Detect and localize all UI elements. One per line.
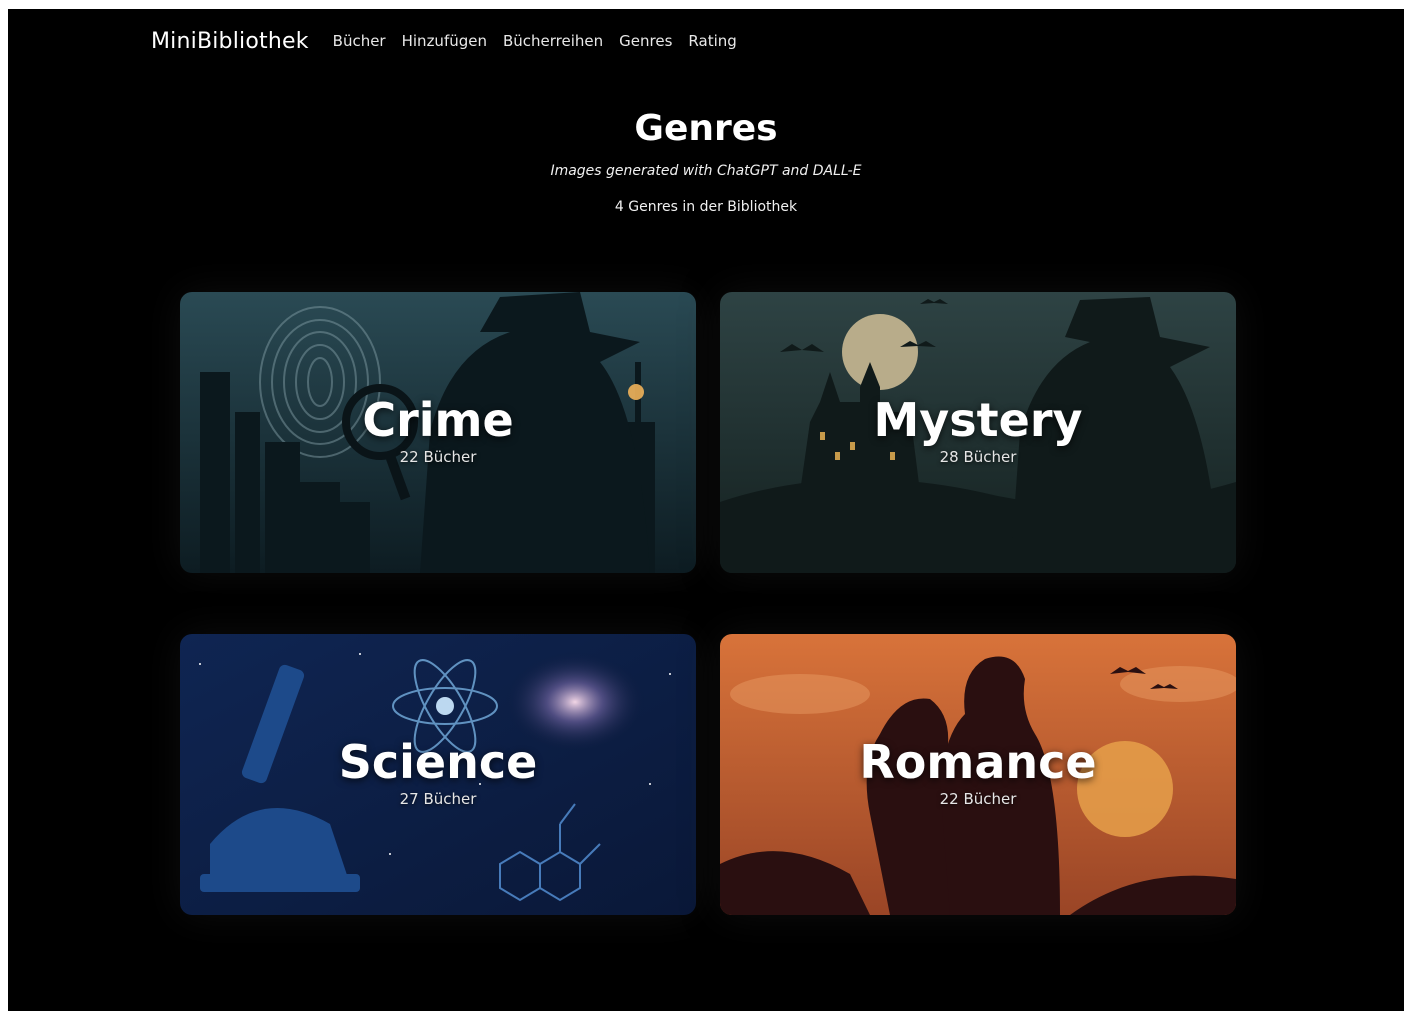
genre-card-mystery[interactable]: Mystery 28 Bücher: [720, 292, 1236, 573]
genre-name: Romance: [859, 735, 1097, 789]
genre-card-science[interactable]: Science 27 Bücher: [180, 634, 696, 915]
nav-link-buecherreihen[interactable]: Bücherreihen: [503, 32, 603, 50]
genre-name: Mystery: [873, 393, 1083, 447]
genre-book-count: 27 Bücher: [399, 790, 477, 808]
genre-label: Mystery 28 Bücher: [720, 392, 1236, 466]
nav-link-buecher[interactable]: Bücher: [333, 32, 386, 50]
genre-count: 4 Genres in der Bibliothek: [614, 199, 798, 215]
genre-book-count: 28 Bücher: [939, 448, 1017, 466]
app-window: MiniBibliothek Bücher Hinzufügen Bücherr…: [8, 9, 1404, 1011]
navbar: MiniBibliothek Bücher Hinzufügen Bücherr…: [151, 25, 753, 57]
genre-name: Crime: [362, 393, 514, 447]
brand-logo[interactable]: MiniBibliothek: [151, 29, 309, 54]
genre-label: Science 27 Bücher: [180, 734, 696, 808]
genre-card-romance[interactable]: Romance 22 Bücher: [720, 634, 1236, 915]
genre-name: Science: [338, 735, 538, 789]
genre-label: Romance 22 Bücher: [720, 734, 1236, 808]
page-title: Genres: [634, 108, 778, 149]
genre-label: Crime 22 Bücher: [180, 392, 696, 466]
genre-book-count: 22 Bücher: [939, 790, 1017, 808]
nav-link-hinzufuegen[interactable]: Hinzufügen: [402, 32, 487, 50]
nav-link-genres[interactable]: Genres: [619, 32, 672, 50]
genre-book-count: 22 Bücher: [399, 448, 477, 466]
nav-link-rating[interactable]: Rating: [688, 32, 736, 50]
genre-card-crime[interactable]: Crime 22 Bücher: [180, 292, 696, 573]
page-header: Genres Images generated with ChatGPT and…: [8, 105, 1404, 215]
page-subtitle: Images generated with ChatGPT and DALL-E: [550, 163, 862, 179]
